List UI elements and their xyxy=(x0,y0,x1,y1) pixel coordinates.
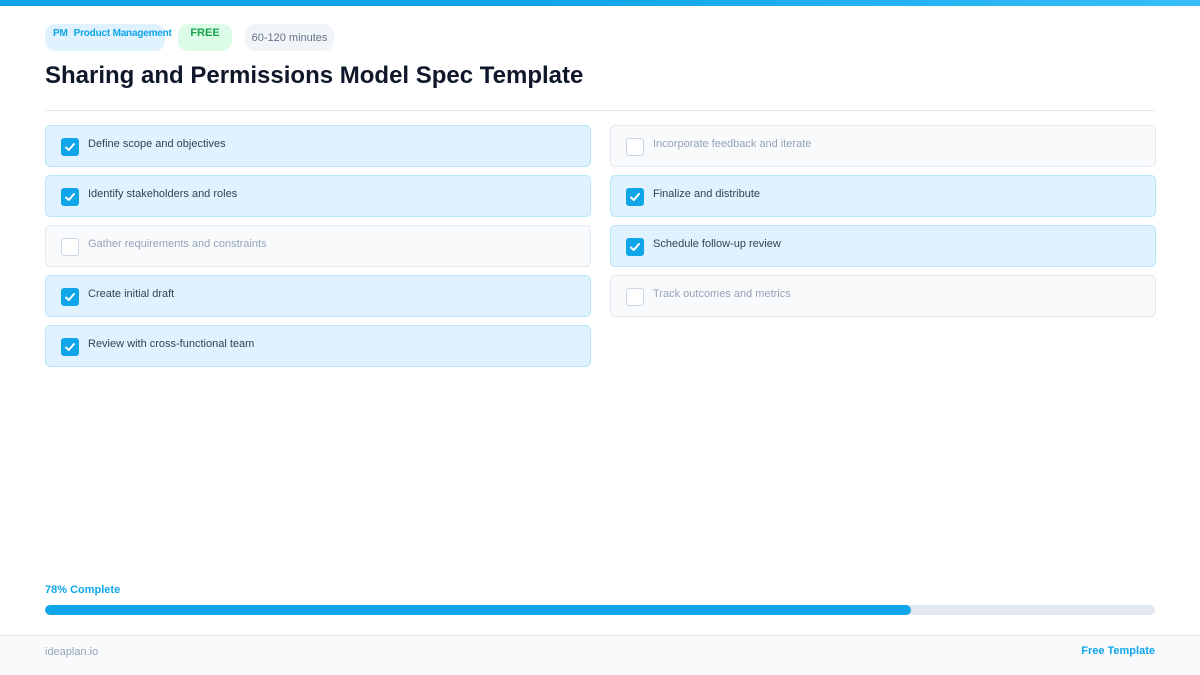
checkmark-icon xyxy=(65,143,75,151)
checklist-item-label: Gather requirements and constraints xyxy=(88,238,267,250)
checkbox-checked[interactable] xyxy=(61,338,79,356)
progress-label: 78% Complete xyxy=(45,584,121,596)
progress-fill xyxy=(45,605,911,615)
checkbox-unchecked[interactable] xyxy=(61,238,79,256)
checklist-item-label: Schedule follow-up review xyxy=(653,238,781,250)
checkmark-icon xyxy=(65,343,75,351)
checklist-item-label: Review with cross-functional team xyxy=(88,338,255,350)
checklist-item[interactable]: Track outcomes and metrics xyxy=(610,275,1156,317)
checklist-item-label: Define scope and objectives xyxy=(88,138,226,150)
category-badge[interactable]: PM Product Management xyxy=(45,24,172,51)
checkbox-checked[interactable] xyxy=(626,238,644,256)
checkmark-icon xyxy=(65,193,75,201)
checkbox-unchecked[interactable] xyxy=(626,138,644,156)
checklist-item[interactable]: Identify stakeholders and roles xyxy=(45,175,591,217)
progress-track xyxy=(45,605,1155,615)
checklist-item-label: Track outcomes and metrics xyxy=(653,288,791,300)
checklist-item[interactable]: Schedule follow-up review xyxy=(610,225,1156,267)
checklist-right-column: Incorporate feedback and iterate Finalize… xyxy=(610,125,1156,317)
checklist-item[interactable]: Review with cross-functional team xyxy=(45,325,591,367)
checkmark-icon xyxy=(630,193,640,201)
top-accent-bar xyxy=(0,0,1200,6)
checklist-item[interactable]: Define scope and objectives xyxy=(45,125,591,167)
page-title: Sharing and Permissions Model Spec Templ… xyxy=(45,62,584,89)
checkbox-checked[interactable] xyxy=(626,188,644,206)
checkbox-checked[interactable] xyxy=(61,138,79,156)
checklist-item-label: Identify stakeholders and roles xyxy=(88,188,238,200)
checkbox-checked[interactable] xyxy=(61,288,79,306)
checklist-item-label: Finalize and distribute xyxy=(653,188,761,200)
footer-brand[interactable]: ideaplan.io xyxy=(45,646,98,658)
badge-row: PM Product Management FREE 60-120 minute… xyxy=(45,24,334,51)
checklist-item-label: Create initial draft xyxy=(88,288,175,300)
category-abbr: PM xyxy=(53,28,68,39)
category-name: Product Management xyxy=(73,28,172,39)
checkbox-checked[interactable] xyxy=(61,188,79,206)
checklist-item[interactable]: Gather requirements and constraints xyxy=(45,225,591,267)
template-page: PM Product Management FREE 60-120 minute… xyxy=(0,0,1200,675)
checklist-left-column: Define scope and objectives Identify stak… xyxy=(45,125,591,367)
checkmark-icon xyxy=(630,243,640,251)
price-badge: FREE xyxy=(178,24,232,51)
checklist-item[interactable]: Create initial draft xyxy=(45,275,591,317)
checkbox-unchecked[interactable] xyxy=(626,288,644,306)
checklist-item[interactable]: Finalize and distribute xyxy=(610,175,1156,217)
checklist-item-label: Incorporate feedback and iterate xyxy=(653,138,812,150)
footer: ideaplan.io Free Template xyxy=(0,635,1200,675)
title-divider xyxy=(45,110,1155,111)
duration-badge: 60-120 minutes xyxy=(245,24,334,51)
checkmark-icon xyxy=(65,293,75,301)
free-template-link[interactable]: Free Template xyxy=(1081,645,1155,657)
checklist-item[interactable]: Incorporate feedback and iterate xyxy=(610,125,1156,167)
